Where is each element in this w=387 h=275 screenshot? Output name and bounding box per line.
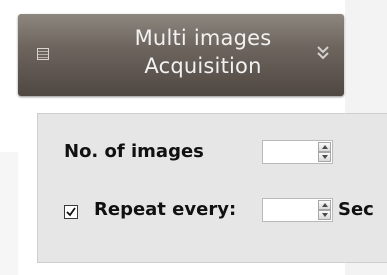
background-left (0, 152, 18, 275)
num-images-increment-button[interactable] (318, 142, 331, 152)
num-images-label: No. of images (64, 141, 204, 162)
num-images-spinner[interactable] (262, 140, 333, 164)
repeat-interval-spinner[interactable] (262, 198, 333, 222)
chevron-double-down-icon[interactable] (316, 44, 330, 60)
num-images-spin-buttons (318, 142, 331, 162)
repeat-checkbox[interactable] (64, 205, 78, 219)
repeat-decrement-button[interactable] (318, 210, 331, 220)
acquisition-settings-panel: No. of images Repeat every: Sec (37, 113, 387, 263)
list-icon (37, 48, 49, 60)
header-title-line2: Acquisition (144, 54, 262, 78)
header-title-line1: Multi images (134, 26, 272, 50)
seconds-unit-label: Sec (338, 199, 374, 220)
num-images-decrement-button[interactable] (318, 152, 331, 162)
repeat-spin-buttons (318, 200, 331, 220)
repeat-every-label: Repeat every: (94, 199, 237, 220)
header-title: Multi images Acquisition (98, 24, 308, 80)
multi-images-acquisition-header[interactable]: Multi images Acquisition (18, 14, 344, 96)
repeat-increment-button[interactable] (318, 200, 331, 210)
